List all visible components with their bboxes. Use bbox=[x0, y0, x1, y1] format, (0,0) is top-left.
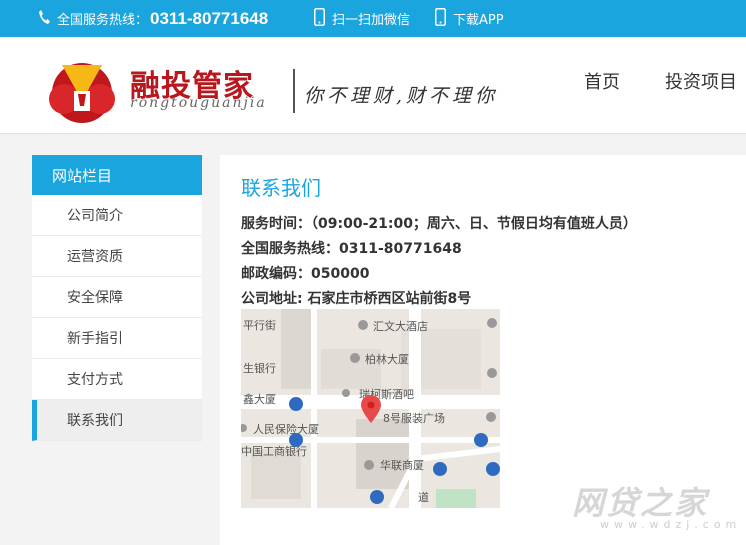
page-title: 联系我们 bbox=[241, 176, 321, 200]
header: 融投管家 rongtouguanjia 你不理财,财不理你 首页 投资项目 bbox=[0, 37, 746, 134]
sidebar-item-beginner-guide[interactable]: 新手指引 bbox=[32, 318, 202, 359]
top-bar: 全国服务热线： 0311-80771648 扫一扫加微信 下载APP bbox=[0, 0, 746, 37]
mobile-icon bbox=[314, 7, 325, 30]
address-info: 公司地址: 石家庄市桥西区站前街8号 bbox=[241, 291, 472, 307]
hotline-label: 全国服务热线： bbox=[57, 13, 149, 28]
sidebar-item-about[interactable]: 公司简介 bbox=[32, 195, 202, 236]
phone-icon bbox=[38, 9, 50, 29]
hotline-number: 0311-80771648 bbox=[150, 8, 269, 28]
hotline-block: 全国服务热线： 0311-80771648 bbox=[38, 0, 268, 37]
logo-divider bbox=[293, 69, 295, 113]
brand-pinyin: rongtouguanjia bbox=[130, 95, 267, 111]
hotline-info: 全国服务热线：0311-80771648 bbox=[241, 241, 462, 257]
brand-slogan: 你不理财,财不理你 bbox=[304, 85, 499, 107]
location-map[interactable]: 平行街 汇文大酒店 柏林大厦 生银行 鑫大厦 瑞柯斯酒吧 8号服装广场 人民保险… bbox=[241, 309, 500, 508]
watermark-url: www.wdzj.com bbox=[600, 518, 742, 531]
service-time: 服务时间：（09:00-21:00；周六、日、节假日均有值班人员） bbox=[241, 216, 637, 232]
nav-home[interactable]: 首页 bbox=[584, 68, 620, 94]
nav-investments[interactable]: 投资项目 bbox=[665, 68, 737, 94]
sidebar: 网站栏目 公司简介 运营资质 安全保障 新手指引 支付方式 联系我们 bbox=[32, 155, 202, 441]
location-pin-icon[interactable] bbox=[360, 395, 382, 427]
sidebar-item-security[interactable]: 安全保障 bbox=[32, 277, 202, 318]
postcode-info: 邮政编码：050000 bbox=[241, 266, 370, 282]
app-label: 下载APP bbox=[453, 13, 504, 28]
sidebar-title: 网站栏目 bbox=[32, 155, 202, 195]
sidebar-item-contact[interactable]: 联系我们 bbox=[32, 400, 202, 441]
sidebar-item-qualifications[interactable]: 运营资质 bbox=[32, 236, 202, 277]
logo-emblem[interactable] bbox=[44, 51, 120, 131]
mobile-icon bbox=[435, 7, 446, 30]
sidebar-item-payment[interactable]: 支付方式 bbox=[32, 359, 202, 400]
wechat-label: 扫一扫加微信 bbox=[332, 13, 411, 28]
app-download-link[interactable]: 下载APP bbox=[435, 0, 504, 37]
wechat-link[interactable]: 扫一扫加微信 bbox=[314, 0, 410, 37]
